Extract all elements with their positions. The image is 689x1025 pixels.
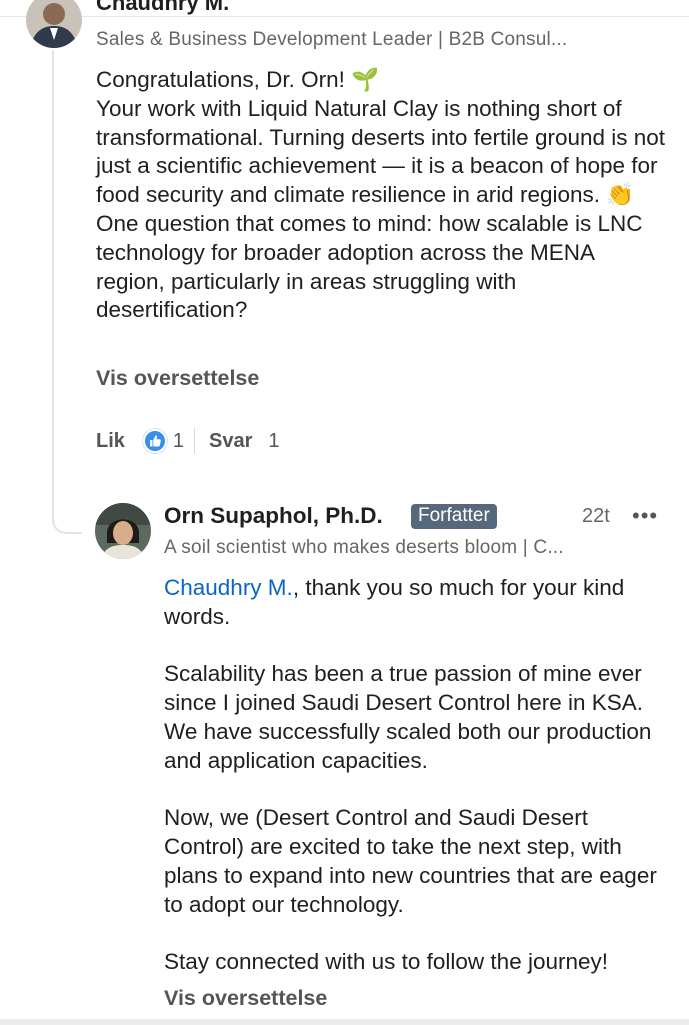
comment-paragraph: One question that comes to mind: how sca… (96, 210, 643, 323)
avatar[interactable] (26, 0, 82, 48)
mention-link[interactable]: Chaudhry M. (164, 575, 293, 600)
comment-actions: Lik 1 Svar 1 (96, 427, 280, 455)
see-translation-link[interactable]: Vis oversettelse (96, 366, 259, 391)
more-options-icon[interactable]: ••• (632, 503, 658, 529)
like-count[interactable]: 1 (173, 430, 184, 453)
reply-author-name[interactable]: Orn Supaphol, Ph.D. (164, 503, 383, 529)
action-divider (194, 428, 196, 454)
thumbs-up-reaction-icon[interactable] (142, 429, 167, 453)
top-divider (0, 16, 689, 17)
reply-paragraph: Scalability has been a true passion of m… (164, 661, 652, 773)
reply-paragraph: Now, we (Desert Control and Saudi Desert… (164, 805, 657, 917)
reply-button[interactable]: Svar (209, 430, 252, 453)
reply-paragraph: Chaudhry M., thank you so much for your … (164, 574, 669, 632)
reply-text: Chaudhry M., thank you so much for your … (164, 574, 669, 1006)
comment-author-headline: Sales & Business Development Leader | B2… (96, 29, 568, 50)
bottom-divider (0, 1019, 689, 1025)
see-translation-link[interactable]: Vis oversettelse (164, 986, 327, 1011)
avatar[interactable] (95, 503, 151, 559)
reply-count[interactable]: 1 (268, 430, 279, 453)
thread-connector-curve (52, 500, 82, 534)
reply-author-headline: A soil scientist who makes deserts bloom… (164, 537, 564, 558)
reply-header: Orn Supaphol, Ph.D. Forfatter 22t ••• (164, 503, 664, 533)
comment-author-name[interactable]: Chaudhry M. (96, 0, 229, 16)
author-badge: Forfatter (411, 504, 497, 529)
reply-paragraph: Stay connected with us to follow the jou… (164, 949, 609, 975)
reply-timestamp: 22t (582, 505, 610, 527)
like-button[interactable]: Lik (96, 430, 125, 453)
thread-connector-line (52, 50, 54, 520)
comment-text: Congratulations, Dr. Orn! 🌱 Your work wi… (96, 66, 666, 325)
comment-paragraph: Your work with Liquid Natural Clay is no… (96, 95, 666, 208)
comment-paragraph: Congratulations, Dr. Orn! 🌱 (96, 67, 380, 92)
